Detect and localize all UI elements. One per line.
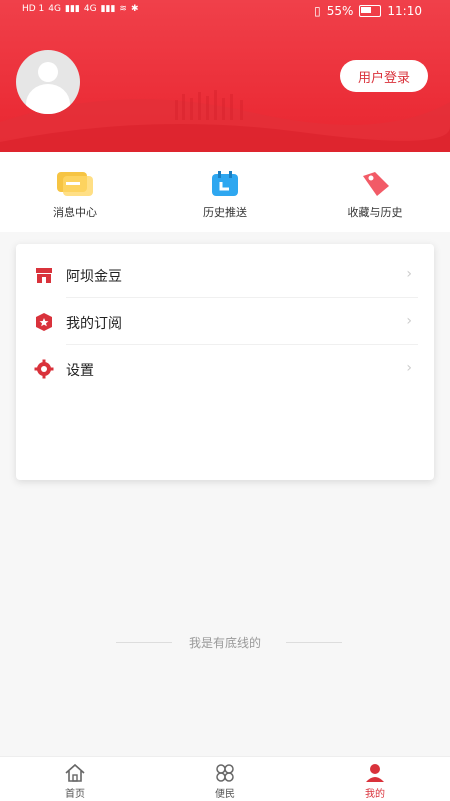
tab-label: 便民: [215, 789, 235, 800]
signal-icon: ▮▮▮: [100, 4, 116, 14]
tab-services[interactable]: 便民: [150, 757, 300, 801]
bluetooth-icon: ✱: [130, 4, 139, 14]
avatar[interactable]: [16, 50, 80, 114]
quick-label: 收藏与历史: [347, 206, 403, 219]
avatar-head: [38, 62, 58, 82]
tag-icon: [363, 172, 389, 196]
menu-item-subscriptions[interactable]: 我的订阅 ›: [16, 299, 434, 345]
grid-icon: [216, 764, 234, 782]
store-icon: [36, 268, 52, 283]
wifi-icon: ≋: [119, 4, 127, 14]
end-of-list-text: 我是有底线的: [188, 636, 261, 650]
quick-label: 消息中心: [53, 206, 97, 219]
menu-item-settings[interactable]: 设置 ›: [16, 346, 434, 392]
quick-message-center[interactable]: 消息中心: [0, 152, 150, 232]
vibrate-icon: ▯: [314, 4, 321, 18]
menu-label: 我的订阅: [66, 316, 122, 332]
quick-favorites-history[interactable]: 收藏与历史: [300, 152, 450, 232]
menu-label: 设置: [66, 363, 94, 379]
menu-card: 阿坝金豆 › 我的订阅 › 设置 ›: [16, 244, 434, 480]
tab-label: 我的: [365, 789, 385, 800]
menu-label: 阿坝金豆: [66, 269, 122, 285]
chevron-right-icon: ›: [406, 266, 412, 282]
calendar-icon: [212, 171, 238, 196]
divider-left: [116, 642, 172, 643]
divider: [66, 297, 418, 298]
net1-label: 4G: [48, 4, 61, 14]
chevron-right-icon: ›: [406, 360, 412, 376]
chevron-right-icon: ›: [406, 313, 412, 329]
status-bar: HD 1 4G ▮▮▮ 4G ▮▮▮ ≋ ✱ ▯ 55% 11:10: [0, 0, 450, 24]
battery-percent: 55%: [326, 4, 354, 18]
signal-icon: ▮▮▮: [65, 4, 80, 14]
sim1-label: HD 1: [22, 4, 45, 14]
home-icon: [65, 763, 85, 782]
end-of-list-indicator: 我是有底线的: [0, 632, 450, 654]
clock: 11:10: [387, 4, 422, 18]
quick-actions: 消息中心 历史推送 收藏与历史: [0, 152, 450, 232]
quick-history-push[interactable]: 历史推送: [150, 152, 300, 232]
quick-label: 历史推送: [203, 206, 247, 219]
login-button[interactable]: 用户登录: [340, 60, 428, 92]
battery-icon: [359, 5, 382, 17]
bottom-tab-bar: 首页 便民 我的: [0, 756, 450, 801]
divider: [66, 344, 418, 345]
profile-header: HD 1 4G ▮▮▮ 4G ▮▮▮ ≋ ✱ ▯ 55% 11:10 用户登录: [0, 0, 450, 152]
tab-label: 首页: [65, 789, 85, 800]
star-badge-icon: [36, 313, 52, 331]
message-icon: [57, 172, 93, 196]
person-icon: [366, 764, 384, 782]
tab-mine[interactable]: 我的: [300, 757, 450, 801]
net2-label: 4G: [83, 4, 97, 14]
divider-right: [286, 642, 342, 643]
tab-home[interactable]: 首页: [0, 757, 150, 801]
menu-item-golden-beans[interactable]: 阿坝金豆 ›: [16, 252, 434, 298]
gear-icon: [34, 359, 54, 379]
avatar-body: [26, 84, 70, 114]
